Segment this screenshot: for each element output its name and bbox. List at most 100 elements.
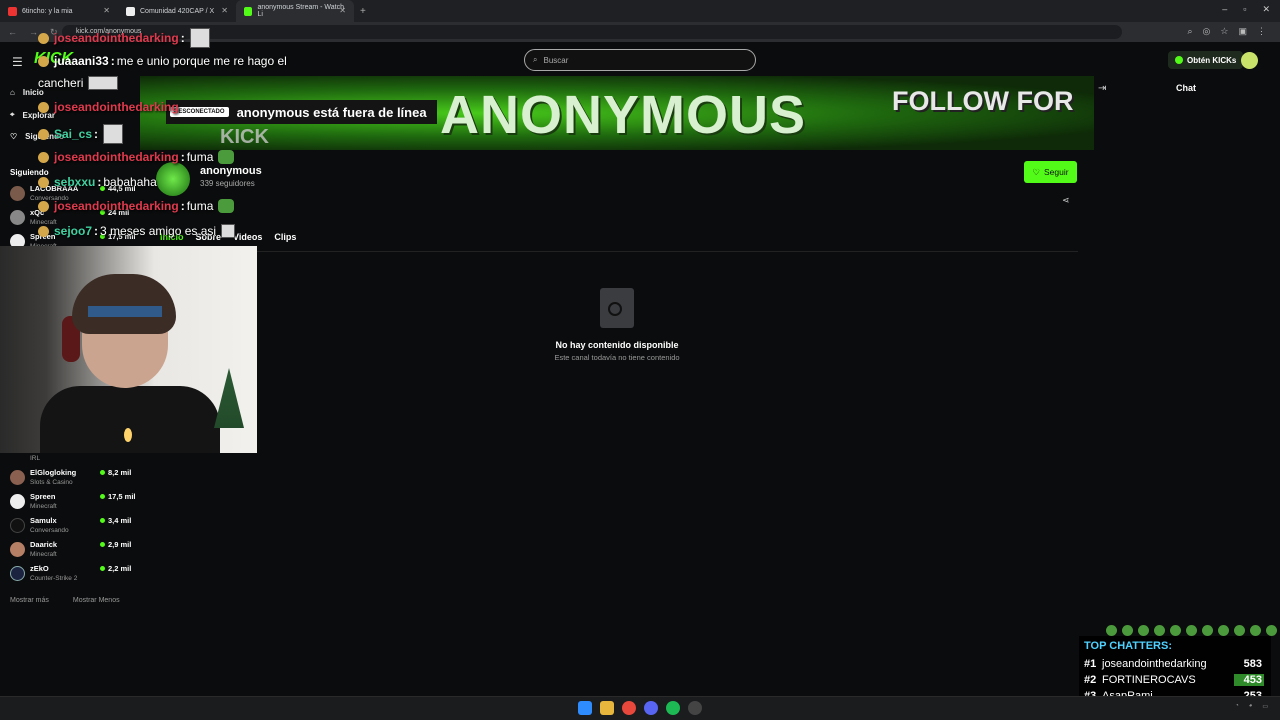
channel-game: Minecraft bbox=[30, 503, 57, 510]
volume-icon[interactable]: ◕ bbox=[1249, 703, 1253, 710]
irl-label: IRL bbox=[30, 455, 41, 462]
search-input[interactable]: ⌕ Buscar bbox=[524, 49, 756, 71]
chat-username: joseandointhedarking bbox=[54, 199, 179, 213]
webcam-feed bbox=[0, 246, 257, 453]
emote bbox=[1170, 625, 1181, 636]
avatar bbox=[10, 470, 25, 485]
emote-strip bbox=[1106, 625, 1280, 636]
overlay-chat-message: joseandointhedarking: bbox=[38, 28, 210, 48]
sidebar-channel[interactable]: Spreen Minecraft 17,5 mil bbox=[10, 492, 140, 514]
browser-tab-2[interactable]: Comunidad 420CAP / X ✕ bbox=[118, 0, 236, 22]
window-controls: – ▫ ✕ bbox=[1222, 4, 1270, 15]
sidebar-more-links: Mostrar más Mostrar Menos bbox=[10, 597, 120, 604]
avatar bbox=[10, 542, 25, 557]
close-icon[interactable]: ✕ bbox=[103, 6, 110, 15]
empty-title: No hay contenido disponible bbox=[555, 340, 679, 350]
viewer-count-text: 8,2 mil bbox=[108, 468, 132, 477]
menu-dots-icon[interactable]: ⋮ bbox=[1257, 26, 1266, 37]
share-icon[interactable]: ⋖ bbox=[1062, 195, 1070, 206]
avatar bbox=[10, 566, 25, 581]
sidebar-channel[interactable]: ElGlogloking Slots & Casino 8,2 mil bbox=[10, 468, 140, 490]
channel-game: Conversando bbox=[30, 527, 69, 534]
top-chatters-title: TOP CHATTERS: bbox=[1084, 640, 1173, 652]
overlay-chat-message: joseandointhedarking bbox=[38, 100, 179, 114]
avatar bbox=[10, 494, 25, 509]
empty-search-icon bbox=[600, 288, 634, 328]
follow-button-label: Seguir bbox=[1044, 167, 1069, 177]
channel-name: zEkO bbox=[30, 564, 49, 573]
chat-text: fuma bbox=[186, 199, 214, 213]
close-icon[interactable]: ✕ bbox=[339, 6, 346, 15]
viewer-count-text: 3,4 mil bbox=[108, 516, 132, 525]
chat-text: me e unio porque me re hago el bbox=[116, 54, 287, 68]
chat-username: sejoo7 bbox=[54, 224, 93, 238]
battery-icon[interactable]: ▭ bbox=[1262, 703, 1268, 710]
heart-icon: ♡ bbox=[1032, 166, 1041, 177]
chat-username: Sai_cs bbox=[54, 127, 93, 141]
overlay-chat-message: sejoo7:3 meses amigo es asi bbox=[38, 224, 236, 238]
x-icon bbox=[126, 6, 135, 16]
emote bbox=[1266, 625, 1277, 636]
sidebar-channel[interactable]: zEkO Counter-Strike 2 2,2 mil bbox=[10, 564, 140, 586]
file-explorer-icon[interactable] bbox=[600, 701, 614, 715]
discord-icon[interactable] bbox=[644, 701, 658, 715]
chat-text: cancheri bbox=[38, 76, 84, 90]
close-icon[interactable]: ✕ bbox=[221, 6, 228, 15]
chatter-count: 453 bbox=[1234, 674, 1264, 686]
viewer-count: 2,2 mil bbox=[100, 564, 131, 573]
extensions-icon[interactable]: ▣ bbox=[1238, 26, 1247, 37]
emote bbox=[1106, 625, 1117, 636]
webcam-body bbox=[40, 386, 220, 453]
browser-tab-3[interactable]: anonymous Stream - Watch Li ✕ bbox=[236, 0, 354, 22]
eye-off-icon[interactable]: ◎ bbox=[1203, 26, 1211, 37]
star-icon[interactable]: ☆ bbox=[1220, 26, 1228, 37]
sidebar-channel[interactable]: Samulx Conversando 3,4 mil bbox=[10, 516, 140, 538]
emote bbox=[1218, 625, 1229, 636]
emote bbox=[189, 28, 210, 48]
overlay-chat-message: sebxxu: babahaha bbox=[38, 175, 157, 189]
top-chatter-row: #1 joseandointhedarking 583 bbox=[1084, 658, 1264, 673]
chat-username: joseandointhedarking bbox=[54, 100, 179, 114]
chatter-rank: #1 bbox=[1084, 658, 1097, 670]
chatter-name: joseandointhedarking bbox=[1102, 658, 1207, 670]
close-window-icon[interactable]: ✕ bbox=[1262, 4, 1270, 15]
chrome-icon[interactable] bbox=[622, 701, 636, 715]
tabs-divider bbox=[156, 251, 1078, 252]
show-more-link[interactable]: Mostrar más bbox=[10, 597, 49, 604]
collapse-chat-icon[interactable]: ⇥ bbox=[1098, 83, 1106, 94]
overlay-chat: joseandointhedarking: juaaani33: me e uni… bbox=[0, 26, 460, 246]
webcam-headband bbox=[88, 306, 162, 317]
show-less-link[interactable]: Mostrar Menos bbox=[73, 597, 120, 604]
christmas-tree-icon bbox=[214, 368, 244, 428]
avatar bbox=[10, 518, 25, 533]
channel-name: Daarick bbox=[30, 540, 58, 549]
user-avatar[interactable] bbox=[1241, 52, 1258, 69]
overlay-chat-message: cancheri bbox=[38, 76, 119, 90]
windows-start-icon[interactable] bbox=[578, 701, 592, 715]
chat-text: babahaha bbox=[103, 175, 157, 189]
chat-text: 3 meses amigo es asi bbox=[100, 224, 217, 238]
emote bbox=[88, 76, 119, 90]
youtube-icon bbox=[8, 6, 17, 16]
browser-tab-1[interactable]: 6tincho: y la mia ✕ bbox=[0, 0, 118, 22]
kick-icon bbox=[244, 6, 253, 16]
spotify-icon[interactable] bbox=[666, 701, 680, 715]
search-icon: ⌕ bbox=[533, 55, 538, 64]
wifi-icon[interactable]: ◔ bbox=[1235, 703, 1239, 710]
maximize-icon[interactable]: ▫ bbox=[1243, 4, 1246, 15]
new-tab-button[interactable]: + bbox=[360, 6, 366, 17]
minimize-icon[interactable]: – bbox=[1222, 4, 1227, 15]
channel-name: Samulx bbox=[30, 516, 57, 525]
sidebar-channel[interactable]: Daarick Minecraft 2,9 mil bbox=[10, 540, 140, 562]
get-kicks-button[interactable]: Obtén KICKs bbox=[1168, 51, 1244, 69]
banner-follow-text: FOLLOW FOR bbox=[892, 86, 1074, 116]
lighter-flame bbox=[124, 428, 132, 442]
overlay-chat-message: joseandointhedarking: fuma bbox=[38, 199, 235, 213]
get-kicks-label: Obtén KICKs bbox=[1187, 55, 1237, 65]
search-placeholder: Buscar bbox=[543, 55, 569, 65]
zoom-icon[interactable]: ⌕ bbox=[1188, 26, 1193, 37]
banner-title: ANONYMOUS bbox=[440, 85, 807, 145]
emote bbox=[1234, 625, 1245, 636]
settings-icon[interactable] bbox=[688, 701, 702, 715]
follow-button[interactable]: ♡ Seguir bbox=[1024, 161, 1077, 183]
